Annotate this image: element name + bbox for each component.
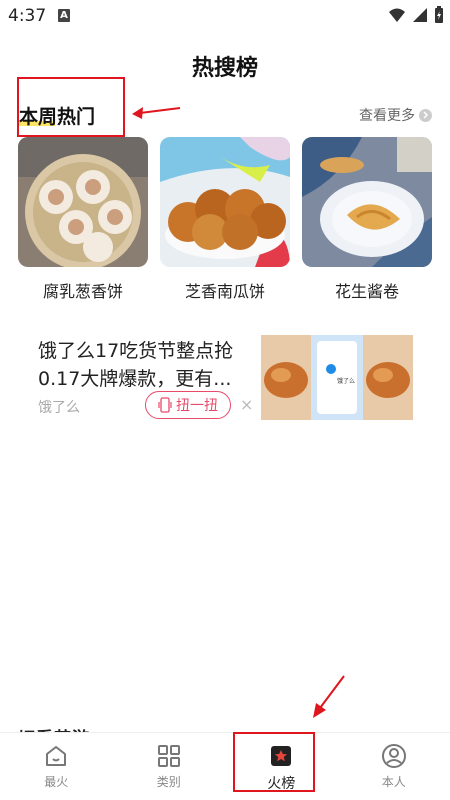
bottom-nav: 最火 类别 火榜 本人 <box>0 732 450 800</box>
recipe-card-label: 芝香南瓜饼 <box>184 282 265 301</box>
ad-banner[interactable]: 饿了么17吃货节整点抢0.17大牌爆款，更有... 饿了么 扭一扭 × 饿了么 <box>18 335 432 425</box>
nav-item-me[interactable]: 本人 <box>338 733 450 800</box>
nav-label: 最火 <box>44 775 69 789</box>
annotation-arrow-section <box>132 107 181 119</box>
nav-item-hot[interactable]: 最火 <box>0 733 113 800</box>
recipe-card[interactable]: 花生酱卷 <box>302 137 432 302</box>
ad-text: 饿了么17吃货节整点抢0.17大牌爆款，更有... <box>38 340 234 390</box>
view-more-label: 查看更多 <box>359 108 415 124</box>
ad-image-caption: 饿了么 <box>337 377 355 385</box>
phone-shake-icon <box>158 397 172 413</box>
annotation-box-nav <box>233 732 315 792</box>
annotation-arrow-nav <box>313 675 345 718</box>
nav-label: 本人 <box>381 775 406 789</box>
signal-icon <box>413 8 427 22</box>
ad-close-button[interactable]: × <box>240 395 253 414</box>
recipe-card-label: 花生酱卷 <box>334 282 399 301</box>
status-bar: 4:37 A <box>0 0 450 32</box>
status-time: 4:37 <box>8 6 47 26</box>
chevron-right-icon <box>419 108 432 122</box>
hot-recipe-cards: 腐乳葱香饼 芝香南瓜饼 花生酱卷 <box>18 137 432 302</box>
status-notification-icon: A <box>58 9 70 22</box>
wifi-icon <box>389 8 405 22</box>
view-more-link[interactable]: 查看更多 <box>359 105 432 125</box>
nav-label: 类别 <box>156 775 181 789</box>
recipe-image <box>160 137 290 267</box>
shake-button[interactable]: 扭一扭 <box>145 391 231 419</box>
recipe-card[interactable]: 芝香南瓜饼 <box>160 137 290 302</box>
nav-item-category[interactable]: 类别 <box>113 733 226 800</box>
recipe-card-label: 腐乳葱香饼 <box>42 282 123 301</box>
ad-image: 饿了么 <box>261 335 413 420</box>
battery-icon <box>435 6 443 23</box>
ad-source: 饿了么 <box>38 400 80 416</box>
grid-icon <box>157 745 180 767</box>
status-icons <box>388 6 444 24</box>
shake-button-label: 扭一扭 <box>176 398 218 414</box>
annotation-box-section <box>17 77 125 137</box>
recipe-card[interactable]: 腐乳葱香饼 <box>18 137 148 302</box>
home-icon <box>46 746 67 766</box>
recipe-image <box>18 137 148 267</box>
recipe-image <box>302 137 432 267</box>
user-icon <box>381 744 406 768</box>
